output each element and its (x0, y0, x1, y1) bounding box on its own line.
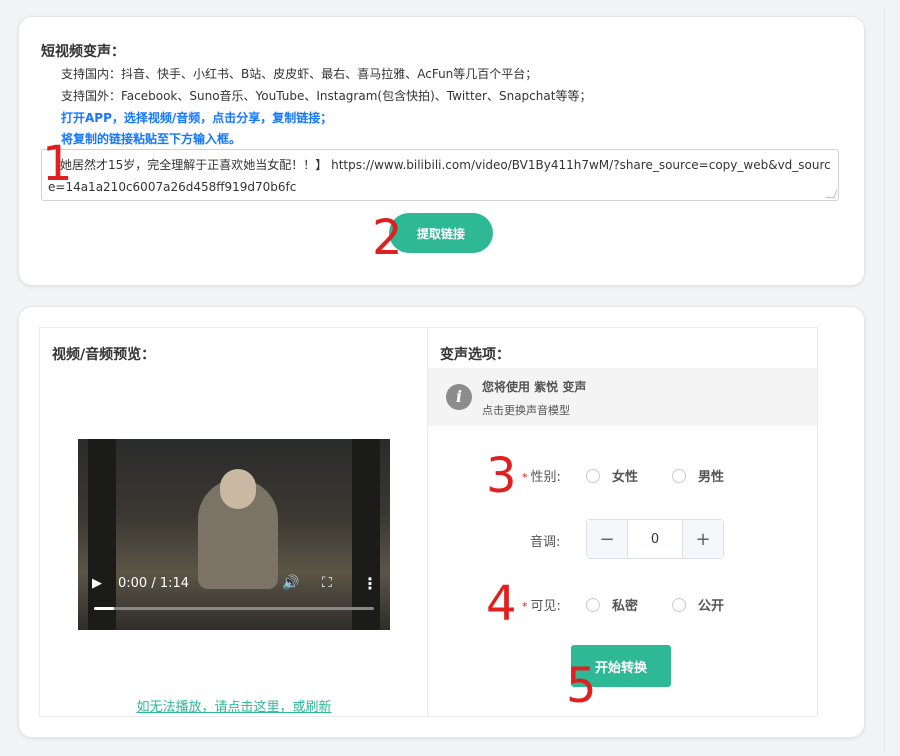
annotation-marker-4: 4 (486, 576, 517, 632)
required-mark: * (522, 600, 528, 613)
info-icon: i (446, 384, 472, 410)
voice-model-info[interactable]: i 您将使用 紫悦 变声 点击更换声音模型 (428, 368, 817, 426)
annotation-marker-2: 2 (372, 210, 403, 266)
voice-model-text: 您将使用 紫悦 变声 (482, 380, 587, 394)
options-panel: 变声选项： i 您将使用 紫悦 变声 点击更换声音模型 * 性别: 女性 男性 音… (427, 327, 818, 717)
instruction-text-2: 将复制的链接粘贴至下方输入框。 (61, 132, 242, 146)
video-player[interactable]: ▶ 0:00 / 1:14 🔊 ⛶ ⋮ (78, 439, 390, 630)
gender-male-radio[interactable]: 男性 (672, 466, 724, 485)
volume-icon[interactable]: 🔊 (282, 575, 322, 591)
pitch-increase-button[interactable]: + (683, 520, 723, 558)
radio-circle (672, 597, 686, 612)
fullscreen-icon[interactable]: ⛶ (322, 575, 362, 591)
video-controls: ▶ 0:00 / 1:14 🔊 ⛶ ⋮ (92, 571, 378, 595)
annotation-marker-5: 5 (566, 658, 597, 714)
visibility-label: * 可见: (522, 599, 561, 614)
radio-circle (586, 468, 600, 483)
video-frame-head (220, 469, 256, 509)
pitch-decrease-button[interactable]: − (587, 520, 627, 558)
pitch-label: 音调: (530, 535, 561, 550)
play-icon[interactable]: ▶ (92, 576, 118, 591)
voice-change-card: 视频/音频预览： ▶ 0:00 / 1:14 🔊 ⛶ ⋮ 如无法播放，请点击这里… (18, 306, 865, 738)
support-foreign-text: 支持国外：Facebook、Suno音乐、YouTube、Instagram(包… (61, 89, 592, 103)
video-progress-fill (94, 607, 114, 610)
video-frame-pillar (88, 439, 116, 630)
gender-female-radio[interactable]: 女性 (586, 466, 638, 485)
video-frame-pillar (352, 439, 380, 630)
instruction-text-1: 打开APP，选择视频/音频，点击分享，复制链接； (61, 111, 333, 125)
video-progress-bar[interactable] (94, 607, 374, 610)
support-domestic-text: 支持国内：抖音、快手、小红书、B站、皮皮虾、最右、喜马拉雅、AcFun等几百个平… (61, 67, 538, 81)
required-mark: * (522, 471, 528, 484)
pitch-value[interactable]: 0 (627, 520, 683, 558)
options-title: 变声选项： (440, 347, 510, 363)
page-scrollbar[interactable] (884, 10, 885, 750)
visibility-private-radio[interactable]: 私密 (586, 595, 638, 614)
playback-fallback-link[interactable]: 如无法播放，请点击这里，或刷新 (40, 696, 428, 715)
link-extract-card: 短视频变声： 支持国内：抖音、快手、小红书、B站、皮皮虾、最右、喜马拉雅、AcF… (18, 16, 865, 286)
radio-circle (586, 597, 600, 612)
video-time: 0:00 / 1:14 (118, 575, 190, 591)
annotation-marker-1: 1 (42, 136, 73, 192)
share-link-value: 【她居然才15岁，完全理解于正喜欢她当女配！！】 https://www.bil… (48, 158, 831, 194)
preview-panel: 视频/音频预览： ▶ 0:00 / 1:14 🔊 ⛶ ⋮ 如无法播放，请点击这里… (39, 327, 429, 717)
pitch-stepper: − 0 + (586, 519, 724, 559)
visibility-public-radio[interactable]: 公开 (672, 595, 724, 614)
extract-link-button[interactable]: 提取链接 (389, 213, 493, 253)
share-link-input[interactable]: 【她居然才15岁，完全理解于正喜欢她当女配！！】 https://www.bil… (41, 149, 839, 201)
annotation-marker-3: 3 (486, 448, 517, 504)
change-voice-model-hint: 点击更换声音模型 (482, 404, 570, 417)
more-options-icon[interactable]: ⋮ (362, 574, 378, 593)
gender-label: * 性别: (522, 470, 561, 485)
radio-circle (672, 468, 686, 483)
preview-title: 视频/音频预览： (52, 347, 156, 363)
resize-handle-icon[interactable] (825, 189, 838, 198)
section-title: 短视频变声： (41, 44, 125, 60)
